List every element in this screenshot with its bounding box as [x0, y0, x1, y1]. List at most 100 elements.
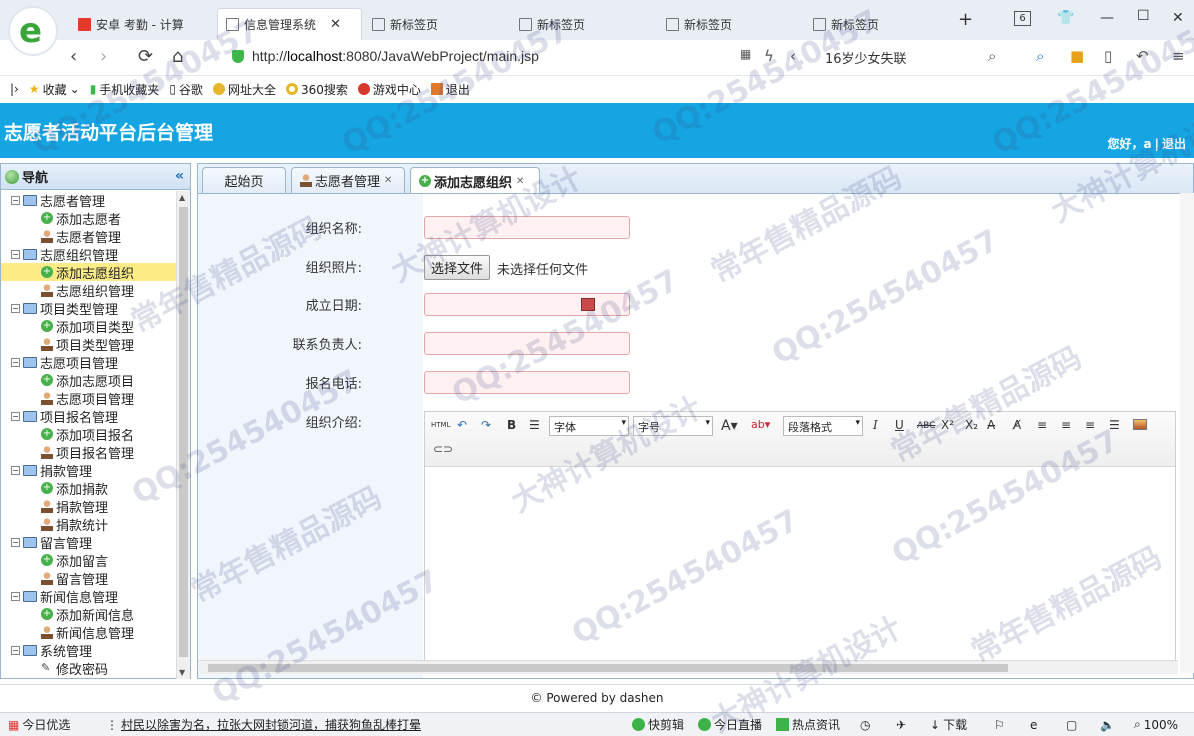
font-family-select[interactable]: 字体 ▾ — [549, 416, 629, 436]
nav-item[interactable]: 志愿项目管理 — [1, 389, 176, 408]
strikethrough-icon[interactable]: ABC — [917, 421, 935, 431]
nav-group[interactable]: − 志愿项目管理 — [1, 353, 176, 372]
font-color-icon[interactable]: A▾ — [721, 418, 738, 434]
nav-group[interactable]: − 捐款管理 — [1, 461, 176, 480]
choose-file-button[interactable]: 选择文件 — [424, 255, 491, 280]
nav-group[interactable]: − 新闻信息管理 — [1, 587, 176, 606]
window-icon[interactable]: ▢ — [1066, 718, 1077, 732]
found-date-input[interactable] — [424, 293, 630, 316]
ie-icon[interactable]: e — [1030, 718, 1037, 732]
browser-tab[interactable]: 安卓 考勤 - 计算 — [70, 8, 215, 40]
undo-icon[interactable]: ↶ — [457, 418, 467, 432]
nav-group[interactable]: − 志愿者管理 — [1, 191, 176, 210]
collapse-toggle-icon[interactable]: − — [11, 465, 20, 475]
collapse-toggle-icon[interactable]: − — [11, 537, 20, 547]
html-source-button[interactable]: HTML — [431, 421, 450, 429]
nav-item[interactable]: ✎ 修改密码 — [1, 659, 176, 678]
nav-item[interactable]: + 添加留言 — [1, 551, 176, 570]
refresh-icon[interactable]: ⟳ — [138, 46, 153, 67]
qr-icon[interactable]: ▦ — [740, 47, 751, 61]
nav-item[interactable]: + 添加志愿者 — [1, 209, 176, 228]
back-arrow-icon[interactable]: ‹ — [790, 47, 796, 65]
collapse-toggle-icon[interactable]: − — [11, 357, 20, 367]
align-center-icon[interactable]: ≡ — [1085, 418, 1095, 432]
bookmark-mobile[interactable]: ▮ 手机收藏夹 — [90, 81, 160, 98]
org-name-input[interactable] — [424, 216, 630, 239]
phone-input[interactable] — [424, 371, 630, 394]
browser-tab[interactable]: 新标签页 — [511, 8, 656, 40]
nav-item[interactable]: + 添加项目报名 — [1, 425, 176, 444]
collapse-toggle-icon[interactable]: − — [11, 411, 20, 421]
contact-input[interactable] — [424, 332, 630, 355]
nav-item[interactable]: + 添加志愿项目 — [1, 371, 176, 390]
nav-item[interactable]: 新闻信息管理 — [1, 623, 176, 642]
download-item[interactable]: ↓ 下载 — [930, 716, 967, 733]
news-ticker[interactable]: ⋮ 村民以除害为名，拉张大网封锁河道，捕获狗鱼乱棒打晕 — [106, 716, 421, 733]
flag-icon[interactable]: ⚐ — [994, 718, 1005, 732]
align-right-icon[interactable]: ≡ — [1061, 418, 1071, 432]
nav-scrollbar[interactable]: ▲ ▼ — [176, 191, 190, 679]
superscript-icon[interactable]: X² — [941, 418, 954, 432]
browser-tab[interactable]: 新标签页 — [364, 8, 509, 40]
nav-item[interactable]: 项目报名管理 — [1, 443, 176, 462]
align-justify-icon[interactable]: ☰ — [1109, 418, 1120, 432]
logout-link[interactable]: 退出 — [1162, 137, 1186, 151]
nav-item[interactable]: + 添加新闻信息 — [1, 605, 176, 624]
subscript-icon[interactable]: X₂ — [965, 418, 978, 432]
today-picks[interactable]: ▦ 今日优选 — [8, 716, 70, 733]
lightning-icon[interactable]: ϟ — [764, 47, 774, 65]
align-left-icon[interactable]: ≡ — [1037, 418, 1047, 432]
tab-volunteer-manage[interactable]: 志愿者管理 ✕ — [291, 167, 405, 193]
format-icon[interactable]: ☰ — [529, 418, 540, 432]
apps-icon[interactable]: ■ — [1070, 47, 1084, 65]
url-field[interactable]: http://localhost:8080/JavaWebProject/mai… — [252, 48, 539, 64]
back-icon[interactable]: ‹ — [70, 46, 77, 67]
close-tab-icon[interactable]: ✕ — [330, 17, 341, 32]
bookmark-sites[interactable]: 网址大全 — [212, 81, 276, 98]
quick-clip[interactable]: 快剪辑 — [632, 716, 684, 733]
highlight-icon[interactable]: ab▾ — [751, 418, 770, 431]
maximize-icon[interactable]: ☐ — [1137, 8, 1150, 24]
search-icon[interactable]: ⌕ — [988, 47, 996, 65]
collapse-toggle-icon[interactable]: − — [11, 249, 20, 259]
nav-item[interactable]: + 添加志愿组织 — [1, 263, 176, 282]
italic-icon[interactable]: I — [873, 418, 878, 432]
browser-tab[interactable]: 新标签页 — [658, 8, 803, 40]
nav-item[interactable]: 项目类型管理 — [1, 335, 176, 354]
nav-item[interactable]: 志愿者管理 — [1, 227, 176, 246]
scroll-thumb[interactable] — [179, 207, 188, 657]
menu-icon[interactable]: ≡ — [1172, 47, 1185, 65]
browser-logo-icon[interactable]: e — [8, 6, 58, 56]
redo-icon[interactable]: ↷ — [481, 418, 491, 432]
nav-item[interactable]: 志愿组织管理 — [1, 281, 176, 300]
nav-group[interactable]: − 系统管理 — [1, 641, 176, 660]
collapse-toggle-icon[interactable]: − — [11, 195, 20, 205]
minimize-icon[interactable]: — — [1100, 10, 1114, 26]
clear-format-icon[interactable]: A̶ — [987, 418, 995, 432]
scroll-down-icon[interactable]: ▼ — [179, 668, 185, 677]
nav-group[interactable]: − 项目类型管理 — [1, 299, 176, 318]
magnifier-icon[interactable]: ⌕ — [1036, 47, 1044, 65]
clock-icon[interactable]: ◷ — [860, 718, 870, 732]
tab-start-page[interactable]: 起始页 — [202, 167, 286, 193]
hscroll-thumb[interactable] — [208, 664, 1008, 672]
nav-group[interactable]: − 留言管理 — [1, 533, 176, 552]
home-icon[interactable]: ⌂ — [172, 46, 183, 67]
collapse-toggle-icon[interactable]: − — [11, 303, 20, 313]
rich-text-editor[interactable]: HTML ↶ ↷ B ☰ 字体 ▾ 字号 ▾ A▾ ab▾ 段落格式 ▾ I U AB… — [424, 411, 1176, 671]
image-icon[interactable] — [1133, 419, 1147, 430]
underline-icon[interactable]: U — [895, 418, 904, 432]
nav-item[interactable]: 留言管理 — [1, 569, 176, 588]
collapse-toggle-icon[interactable]: − — [11, 591, 20, 601]
nav-item[interactable]: + 添加项目类型 — [1, 317, 176, 336]
nav-item[interactable]: + 添加捐款 — [1, 479, 176, 498]
nav-group[interactable]: − 项目报名管理 — [1, 407, 176, 426]
calendar-icon[interactable] — [581, 298, 595, 311]
bookmark-360[interactable]: 360搜索 — [285, 81, 348, 98]
sidebar-toggle-icon[interactable]: |› — [10, 82, 19, 96]
new-tab-icon[interactable]: + — [958, 9, 973, 30]
close-tab-icon[interactable]: ✕ — [516, 176, 524, 187]
font-size-select[interactable]: 字号 ▾ — [633, 416, 713, 436]
tab-count-badge[interactable]: 6 — [1014, 11, 1031, 26]
collapse-icon[interactable]: « — [175, 168, 184, 184]
